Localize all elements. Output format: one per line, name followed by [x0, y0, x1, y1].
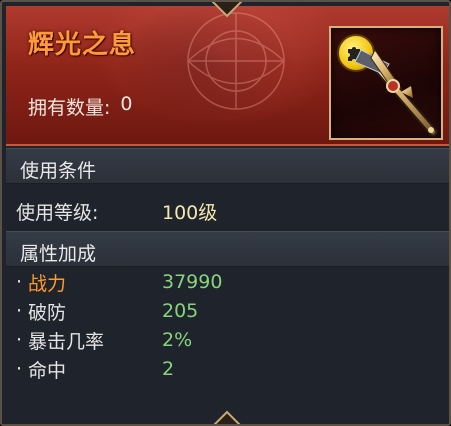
level-requirement-row: 使用等级: 100级	[16, 199, 218, 224]
stat-row: · 破防 205	[16, 299, 199, 324]
stat-row: · 战力 37990	[16, 270, 223, 295]
attributes-section-header: 属性加成	[6, 231, 449, 267]
bullet-icon: ·	[16, 329, 23, 351]
level-requirement-value: 100级	[162, 201, 218, 224]
item-tooltip: 辉光之息 拥有数量: 0 使用条件 使用等级: 100级 属性加成 · 战力 3…	[0, 0, 451, 426]
bullet-icon: ·	[16, 358, 23, 380]
stat-row: · 暴击几率 2%	[16, 328, 193, 353]
bullet-icon: ·	[16, 300, 23, 322]
bottom-frame-ornament	[208, 410, 246, 424]
ornament-pattern-icon	[186, 12, 286, 110]
stat-value: 2	[162, 358, 175, 380]
stat-label: 战力	[28, 272, 67, 295]
stat-label: 破防	[28, 301, 67, 324]
owned-count-label: 拥有数量:	[28, 97, 111, 119]
attributes-section-title: 属性加成	[20, 243, 97, 265]
requirements-section-title: 使用条件	[20, 160, 97, 182]
item-icon-slot[interactable]	[329, 26, 443, 140]
stat-row: · 命中 2	[16, 357, 175, 382]
item-header: 辉光之息 拥有数量: 0	[6, 6, 449, 146]
stat-value: 2%	[162, 329, 193, 351]
owned-count-row: 拥有数量: 0	[28, 93, 133, 120]
stat-value: 37990	[162, 271, 223, 293]
owned-count-value: 0	[120, 93, 133, 115]
requirements-section-header: 使用条件	[6, 148, 449, 184]
stat-label: 暴击几率	[28, 330, 105, 353]
bullet-icon: ·	[16, 271, 23, 293]
item-name: 辉光之息	[28, 30, 137, 60]
level-requirement-label: 使用等级:	[16, 201, 99, 224]
stat-value: 205	[162, 300, 199, 322]
staff-weapon-icon	[354, 49, 438, 137]
stat-label: 命中	[28, 359, 67, 382]
